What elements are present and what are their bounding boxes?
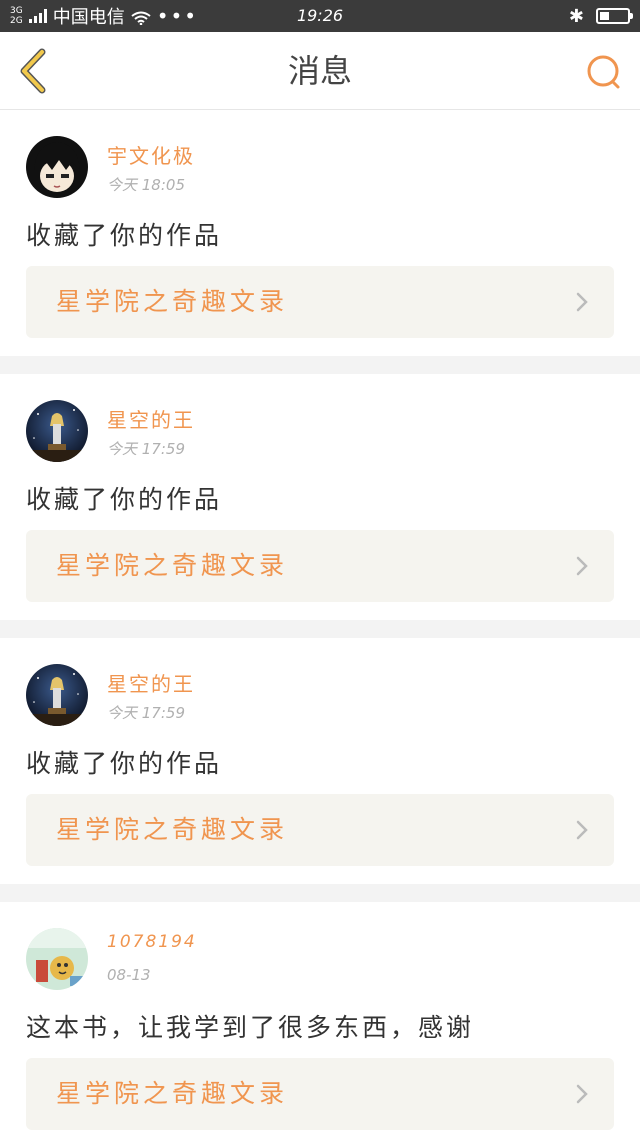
chevron-left-icon (20, 48, 46, 94)
username[interactable]: 星空的王 (107, 404, 195, 433)
wifi-icon (131, 9, 151, 26)
avatar[interactable] (26, 928, 88, 990)
battery-icon (596, 8, 633, 24)
search-icon (587, 55, 620, 89)
book-link[interactable]: 星学院之奇趣文录 (26, 1058, 614, 1130)
book-title: 星学院之奇趣文录 (56, 287, 289, 316)
message-text: 收藏了你的作品 (26, 749, 223, 778)
chevron-right-icon (576, 556, 588, 576)
avatar[interactable] (26, 136, 88, 198)
app-header: 消息 (0, 32, 640, 110)
avatar[interactable] (26, 400, 88, 462)
network-bottom: 2G (10, 16, 23, 26)
chevron-right-icon (576, 820, 588, 840)
avatar[interactable] (26, 664, 88, 726)
message-text: 收藏了你的作品 (26, 221, 223, 250)
book-title: 星学院之奇趣文录 (56, 815, 289, 844)
carrier-name: 中国电信 (52, 7, 125, 28)
message-card: 星空的王 今天 17:59 收藏了你的作品 星学院之奇趣文录 (0, 374, 640, 620)
back-button[interactable] (16, 48, 52, 94)
timestamp: 今天 17:59 (107, 440, 185, 458)
status-bar: 3G 2G 中国电信 ••• 19:26 ✱ (0, 0, 640, 32)
book-link[interactable]: 星学院之奇趣文录 (26, 266, 614, 338)
timestamp: 今天 18:05 (107, 176, 185, 194)
message-card: 宇文化极 今天 18:05 收藏了你的作品 星学院之奇趣文录 (0, 110, 640, 356)
timestamp: 08-13 (107, 966, 151, 984)
network-top: 3G (10, 6, 23, 16)
book-link[interactable]: 星学院之奇趣文录 (26, 794, 614, 866)
username[interactable]: 宇文化极 (107, 140, 195, 169)
chevron-right-icon (576, 1084, 588, 1104)
chevron-right-icon (576, 292, 588, 312)
page-title: 消息 (287, 52, 352, 90)
signal-icon (28, 9, 47, 23)
battery-fill (600, 12, 610, 20)
username[interactable]: 1078194 (107, 932, 197, 952)
message-text: 这本书，让我学到了很多东西，感谢 (26, 1013, 475, 1042)
network-type: 3G 2G (10, 6, 23, 26)
book-title: 星学院之奇趣文录 (56, 551, 289, 580)
timestamp: 今天 17:59 (107, 704, 185, 722)
message-card: 1078194 08-13 这本书，让我学到了很多东西，感谢 星学院之奇趣文录 (0, 902, 640, 1148)
search-button[interactable] (584, 52, 624, 92)
bluetooth-icon: ✱ (568, 5, 584, 27)
book-title: 星学院之奇趣文录 (56, 1079, 289, 1108)
username[interactable]: 星空的王 (107, 668, 195, 697)
message-card: 星空的王 今天 17:59 收藏了你的作品 星学院之奇趣文录 (0, 638, 640, 884)
message-text: 收藏了你的作品 (26, 485, 223, 514)
more-dots: ••• (156, 4, 199, 28)
book-link[interactable]: 星学院之奇趣文录 (26, 530, 614, 602)
